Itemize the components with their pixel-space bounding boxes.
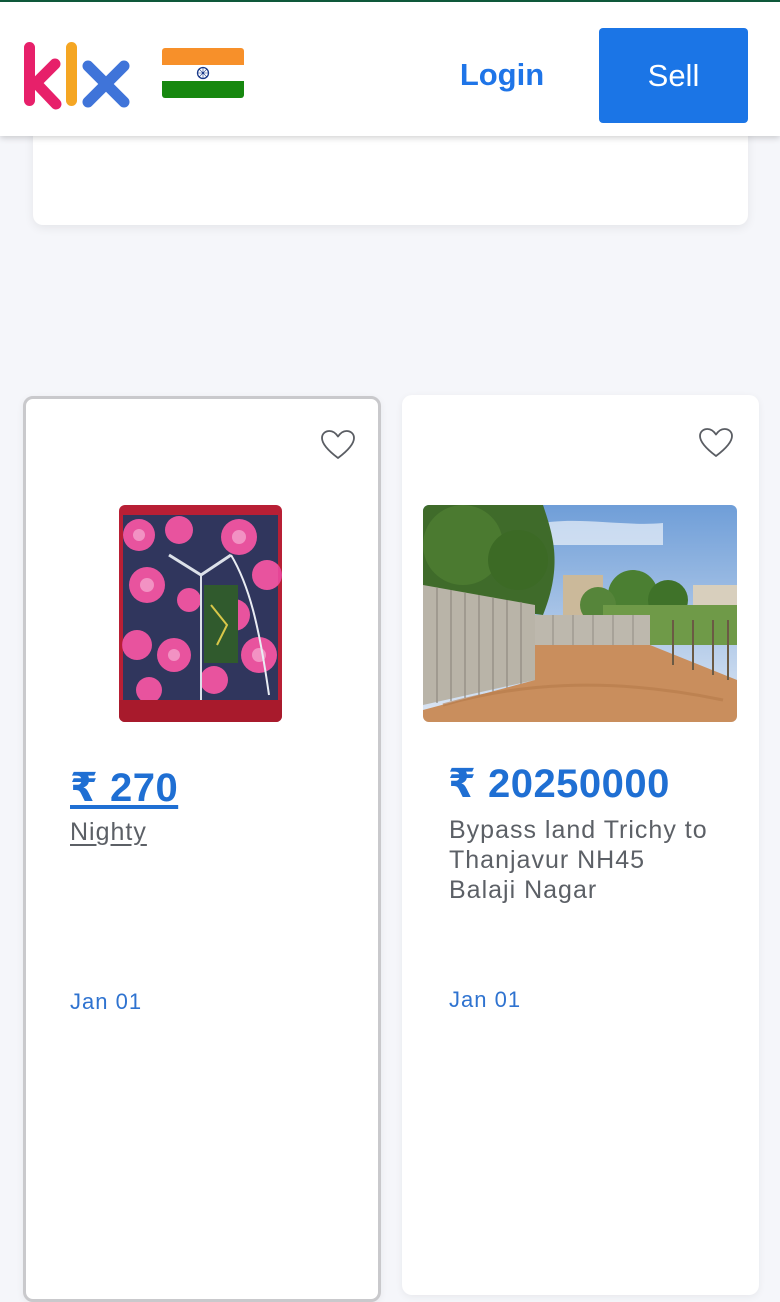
ashoka-chakra-icon bbox=[196, 66, 210, 80]
listing-date: Jan 01 bbox=[449, 987, 522, 1012]
india-flag-icon[interactable] bbox=[162, 48, 244, 98]
heart-outline-icon[interactable] bbox=[320, 429, 356, 461]
listing-card[interactable]: ₹ 270 Nighty Jan 01 bbox=[23, 396, 381, 1302]
listing-price[interactable]: ₹ 20250000 bbox=[448, 761, 670, 807]
listing-price[interactable]: ₹ 270 bbox=[70, 765, 178, 811]
listing-image-nighty[interactable] bbox=[119, 505, 282, 722]
listing-title[interactable]: Nighty bbox=[70, 817, 350, 847]
listing-date: Jan 01 bbox=[70, 989, 143, 1014]
listing-image-land[interactable] bbox=[423, 505, 737, 722]
listing-card[interactable]: ₹ 20250000 Bypass land Trichy to Thanjav… bbox=[402, 395, 759, 1295]
heart-outline-icon[interactable] bbox=[698, 427, 734, 459]
klx-logo[interactable] bbox=[22, 38, 134, 110]
app-header: Login Sell bbox=[0, 2, 780, 136]
listing-title[interactable]: Bypass land Trichy to Thanjavur NH45 Bal… bbox=[449, 815, 719, 905]
sell-button[interactable]: Sell bbox=[599, 28, 748, 123]
login-button[interactable]: Login bbox=[446, 52, 558, 98]
